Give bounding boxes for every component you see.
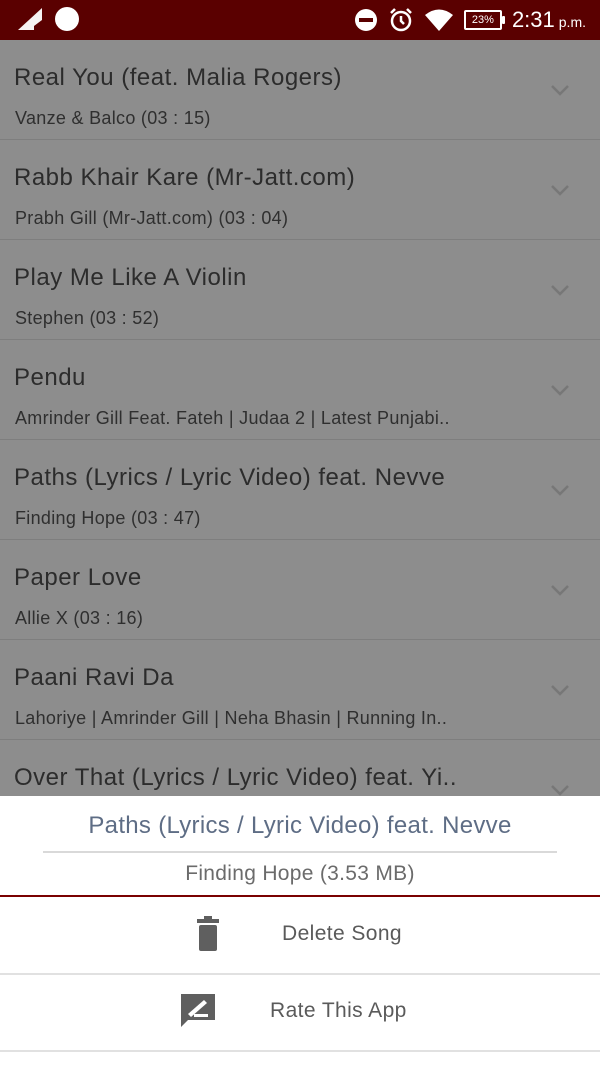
delete-song-label: Delete Song — [282, 922, 402, 945]
song-item[interactable]: Real You (feat. Malia Rogers) Vanze & Ba… — [0, 40, 600, 140]
do-not-disturb-icon — [354, 9, 377, 31]
trash-icon — [197, 916, 219, 951]
clock-ampm: p.m. — [558, 14, 586, 30]
song-title: Paani Ravi Da — [14, 664, 174, 691]
signal-icon — [18, 8, 42, 30]
wifi-icon — [424, 9, 453, 31]
song-item[interactable]: Pendu Amrinder Gill Feat. Fateh | Judaa … — [0, 340, 600, 440]
battery-percent: 23% — [471, 14, 494, 26]
clock-time: 2:31 — [511, 7, 555, 32]
song-title: Paths (Lyrics / Lyric Video) feat. Nevve — [14, 464, 446, 491]
song-subtitle: Lahoriye | Amrinder Gill | Neha Bhasin |… — [15, 708, 448, 728]
rate-app-button[interactable]: Rate This App — [0, 975, 600, 1052]
song-title: Paper Love — [14, 564, 142, 591]
delete-song-button[interactable]: Delete Song — [0, 898, 600, 975]
song-item[interactable]: Play Me Like A Violin Stephen (03 : 52) — [0, 240, 600, 340]
status-left — [16, 6, 80, 32]
clock: 2:31 p.m. — [512, 7, 586, 33]
song-item[interactable]: Paani Ravi Da Lahoriye | Amrinder Gill |… — [0, 640, 600, 740]
song-subtitle: Stephen (03 : 52) — [15, 308, 160, 328]
song-list: Real You (feat. Malia Rogers) Vanze & Ba… — [0, 40, 600, 800]
sheet-song-details: Finding Hope (3.53 MB) — [185, 862, 415, 885]
chevron-down-icon[interactable] — [550, 80, 570, 100]
song-title: Over That (Lyrics / Lyric Video) feat. Y… — [14, 764, 457, 791]
rate-app-label: Rate This App — [270, 999, 407, 1022]
chevron-down-icon[interactable] — [550, 480, 570, 500]
song-title: Real You (feat. Malia Rogers) — [14, 64, 342, 91]
song-subtitle: Allie X (03 : 16) — [15, 608, 144, 628]
chevron-down-icon[interactable] — [550, 580, 570, 600]
rate-icon — [181, 994, 215, 1027]
song-title: Play Me Like A Violin — [14, 264, 247, 291]
sheet-song-title: Paths (Lyrics / Lyric Video) feat. Nevve — [88, 812, 512, 839]
sheet-accent-divider — [0, 895, 600, 897]
song-title: Pendu — [14, 364, 86, 391]
notification-dot-icon — [55, 7, 79, 31]
chevron-down-icon[interactable] — [550, 380, 570, 400]
status-bar: 23% 2:31 p.m. — [0, 0, 600, 40]
sheet-divider — [43, 851, 557, 853]
song-item[interactable]: Paths (Lyrics / Lyric Video) feat. Nevve… — [0, 440, 600, 540]
song-title: Rabb Khair Kare (Mr-Jatt.com) — [14, 164, 356, 191]
chevron-down-icon[interactable] — [550, 680, 570, 700]
battery-icon: 23% — [463, 10, 505, 30]
chevron-down-icon[interactable] — [550, 180, 570, 200]
bottom-sheet: Paths (Lyrics / Lyric Video) feat. Nevve… — [0, 796, 600, 1067]
chevron-down-icon[interactable] — [550, 280, 570, 300]
song-subtitle: Finding Hope (03 : 47) — [15, 508, 201, 528]
song-item[interactable]: Paper Love Allie X (03 : 16) — [0, 540, 600, 640]
song-subtitle: Prabh Gill (Mr-Jatt.com) (03 : 04) — [15, 208, 289, 228]
song-subtitle: Vanze & Balco (03 : 15) — [15, 108, 211, 128]
song-subtitle: Amrinder Gill Feat. Fateh | Judaa 2 | La… — [15, 408, 450, 428]
song-item[interactable]: Rabb Khair Kare (Mr-Jatt.com) Prabh Gill… — [0, 140, 600, 240]
song-item[interactable]: Over That (Lyrics / Lyric Video) feat. Y… — [0, 740, 600, 800]
alarm-icon — [390, 8, 412, 32]
status-right: 23% 2:31 p.m. — [354, 0, 586, 40]
